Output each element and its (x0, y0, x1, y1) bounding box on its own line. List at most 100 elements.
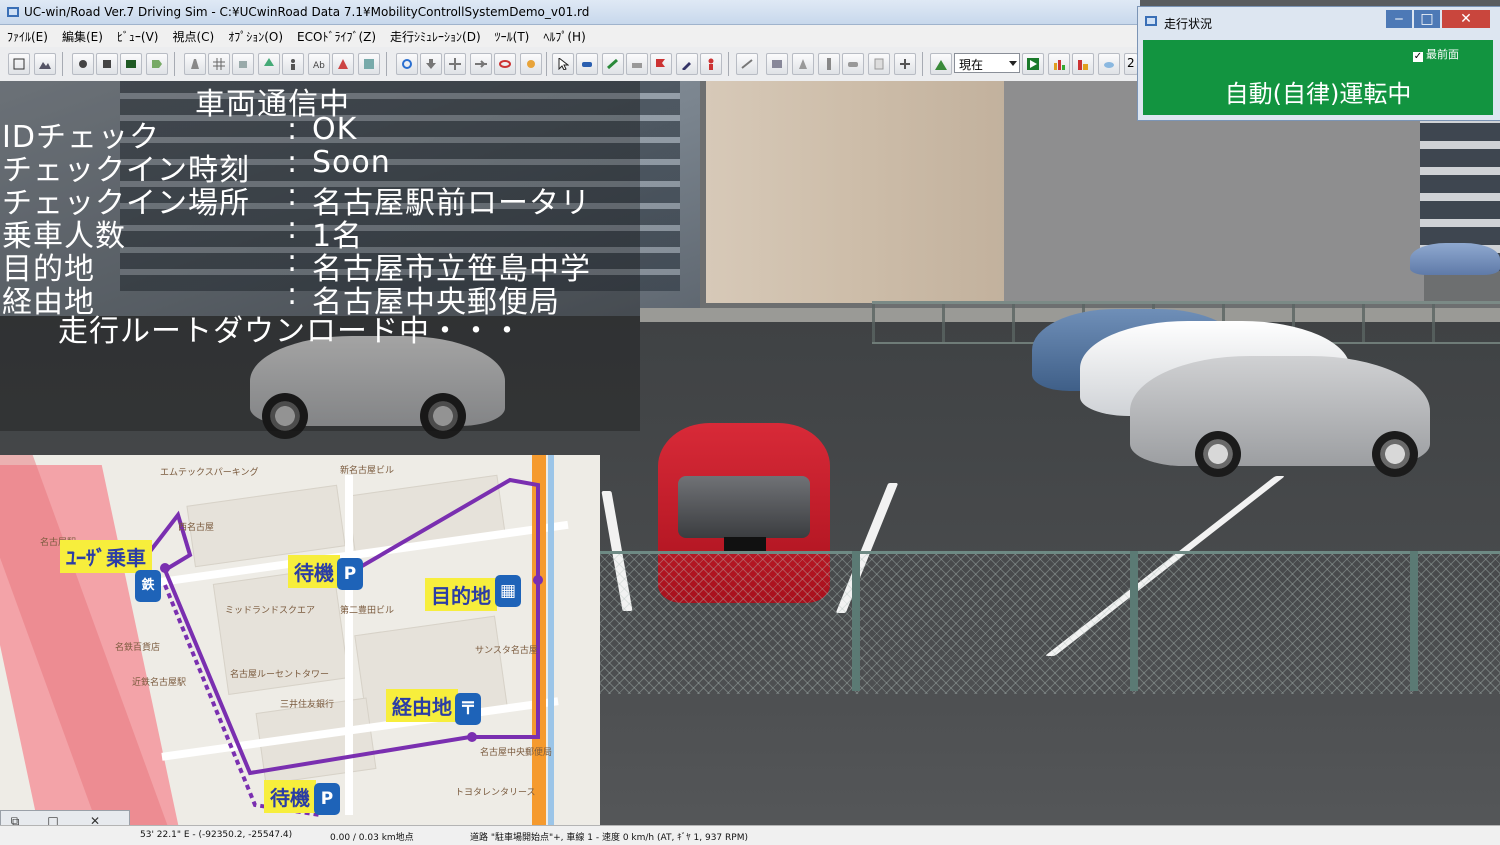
toolbar-button-cloud-icon[interactable] (1098, 53, 1120, 75)
parking-icon: P (314, 783, 340, 815)
status-bar: 53' 22.1" E - (-92350.2, -25547.4) 0.00 … (0, 825, 1500, 845)
chain-link-fence (600, 551, 1500, 694)
toolbar-button-terrain-icon[interactable] (34, 53, 56, 75)
menu-file[interactable]: ﾌｧｲﾙ(E) (0, 28, 55, 45)
map-place-label: 名古屋ルーセントタワー (230, 670, 330, 680)
toolbar-button-orbit-icon[interactable] (494, 53, 516, 75)
toolbar-button-weather-icon[interactable] (930, 53, 952, 75)
school-building-icon: ▦ (495, 575, 521, 607)
menu-view[interactable]: ﾋﾞｭｰ(V) (110, 28, 166, 45)
toolbar-button-partial[interactable]: 2 (1124, 53, 1138, 75)
route-map[interactable]: エムテックスパーキング 新名古屋ビル 西名古屋 名古屋駅 第二豊田ビル ミッドラ… (0, 455, 600, 825)
title-bar: UC-win/Road Ver.7 Driving Sim - C:¥UCwin… (0, 0, 1140, 25)
toolbar-button-fit-icon[interactable] (8, 53, 30, 75)
toolbar-separator (386, 52, 387, 76)
toolbar-button-cone-icon[interactable] (792, 53, 814, 75)
window-icon (1145, 16, 1157, 26)
map-place-label: 名古屋中央郵便局 (480, 748, 553, 758)
status-window-titlebar[interactable]: 走行状況 ‒ □ ✕ (1138, 7, 1500, 37)
menu-eco-drive[interactable]: ECOﾄﾞﾗｲﾌﾞ(Z) (290, 28, 383, 45)
toolbar-button-move-down-icon[interactable] (420, 53, 442, 75)
map-place-label: 近鉄名古屋駅 (132, 678, 187, 688)
toolbar-button-people-icon[interactable] (282, 53, 304, 75)
map-label-wait-2: 待機 (264, 780, 316, 813)
toolbar-button-rotate-icon[interactable] (396, 53, 418, 75)
toolbar-button-text-icon[interactable]: Abc (308, 53, 330, 75)
distant-car (1410, 243, 1500, 275)
map-label-destination: 目的地 (425, 578, 497, 611)
map-place-label: 第二豊田ビル (340, 606, 395, 616)
toolbar-button-chart-icon[interactable] (1048, 53, 1070, 75)
always-on-top-label: 最前面 (1426, 48, 1459, 61)
toolbar-button-traffic-icon[interactable] (626, 53, 648, 75)
info-separator: : (287, 211, 299, 246)
app-icon (7, 7, 19, 17)
status-road-info: 道路 "駐車場開始点"+, 車線 1 - 速度 0 km/h (AT, ｷﾞﾔ … (470, 833, 748, 843)
map-place-label: トヨタレンタリース (455, 788, 536, 798)
close-button[interactable]: ✕ (1442, 10, 1490, 28)
menu-help[interactable]: ﾍﾙﾌﾟ(H) (536, 28, 592, 45)
route-download-status: 走行ルートダウンロード中・・・ (58, 314, 523, 349)
menu-tools[interactable]: ﾂｰﾙ(T) (488, 28, 537, 45)
toolbar-button-sign-icon[interactable] (332, 53, 354, 75)
menu-driving-simulation[interactable]: 走行ｼﾐｭﾚｰｼｮﾝ(D) (383, 28, 488, 45)
map-place-label: エムテックスパーキング (160, 468, 259, 478)
menu-viewpoint[interactable]: 視点(C) (165, 28, 221, 45)
parking-icon: P (337, 558, 363, 590)
toolbar-button-stop-icon[interactable] (96, 53, 118, 75)
toolbar-button-script-icon[interactable] (868, 53, 890, 75)
toolbar-button-model-icon[interactable] (232, 53, 254, 75)
toolbar-button-flag-icon[interactable] (650, 53, 672, 75)
building-center (706, 81, 1006, 303)
post-office-icon: 〒 (455, 693, 481, 725)
toolbar-button-fly-icon[interactable] (470, 53, 492, 75)
info-separator: : (287, 178, 299, 213)
toolbar-button-person-icon[interactable] (700, 53, 722, 75)
toolbar-button-export-icon[interactable] (146, 53, 168, 75)
toolbar-button-pointer-icon[interactable] (552, 53, 574, 75)
time-select[interactable]: 現在 (954, 53, 1020, 73)
toolbar-button-tool-icon[interactable] (676, 53, 698, 75)
toolbar-button-drive-icon[interactable] (602, 53, 624, 75)
toolbar-button-record-icon[interactable] (72, 53, 94, 75)
fence-post (1130, 551, 1138, 691)
toolbar-button-stats-icon[interactable] (1072, 53, 1094, 75)
map-place-label: 西名古屋 (178, 523, 215, 533)
map-place-label: サンスタ名古屋 (475, 646, 538, 656)
toolbar-button-signal-icon[interactable] (818, 53, 840, 75)
toolbar-button-pan-icon[interactable] (444, 53, 466, 75)
toolbar-button-photo-icon[interactable] (766, 53, 788, 75)
toolbar-button-tree-icon[interactable] (258, 53, 280, 75)
info-separator: : (287, 112, 299, 147)
always-on-top-checkbox[interactable]: ✓ 最前面 (1413, 46, 1459, 62)
info-separator: : (287, 145, 299, 180)
maximize-button[interactable]: □ (1414, 10, 1440, 28)
menu-option[interactable]: ｵﾌﾟｼｮﾝ(O) (221, 28, 290, 45)
toolbar-button-measure-icon[interactable] (736, 53, 758, 75)
toolbar-button-car-icon[interactable] (576, 53, 598, 75)
toolbar-button-vehicle-icon[interactable] (842, 53, 864, 75)
info-value: OK (312, 112, 358, 147)
toolbar-button-screen-icon[interactable] (120, 53, 142, 75)
toolbar-separator (922, 52, 923, 76)
chevron-down-icon (1009, 61, 1017, 66)
info-separator: : (287, 244, 299, 279)
status-distance: 0.00 / 0.03 km地点 (330, 833, 414, 843)
minimize-button[interactable]: ‒ (1386, 10, 1412, 28)
toolbar-button-road-icon[interactable] (184, 53, 206, 75)
wheel (1372, 431, 1418, 477)
map-label-wait-1: 待機 (288, 555, 340, 588)
toolbar-button-add-icon[interactable] (894, 53, 916, 75)
toolbar-button-grid-icon[interactable] (208, 53, 230, 75)
driving-mode-panel: ✓ 最前面 自動(自律)運転中 (1143, 40, 1493, 115)
toolbar-button-play-icon[interactable] (1022, 53, 1044, 75)
svg-text:Abc: Abc (313, 61, 325, 70)
driving-status-window[interactable]: 走行状況 ‒ □ ✕ ✓ 最前面 自動(自律)運転中 (1137, 6, 1500, 121)
toolbar-button-walk-icon[interactable] (520, 53, 542, 75)
time-select-value: 現在 (959, 58, 984, 72)
train-icon: 鉄 (135, 570, 161, 602)
toolbar-button-image-icon[interactable] (358, 53, 380, 75)
menu-edit[interactable]: 編集(E) (55, 28, 110, 45)
menu-bar: ﾌｧｲﾙ(E) 編集(E) ﾋﾞｭｰ(V) 視点(C) ｵﾌﾟｼｮﾝ(O) EC… (0, 25, 1140, 47)
fence-post (852, 551, 860, 691)
